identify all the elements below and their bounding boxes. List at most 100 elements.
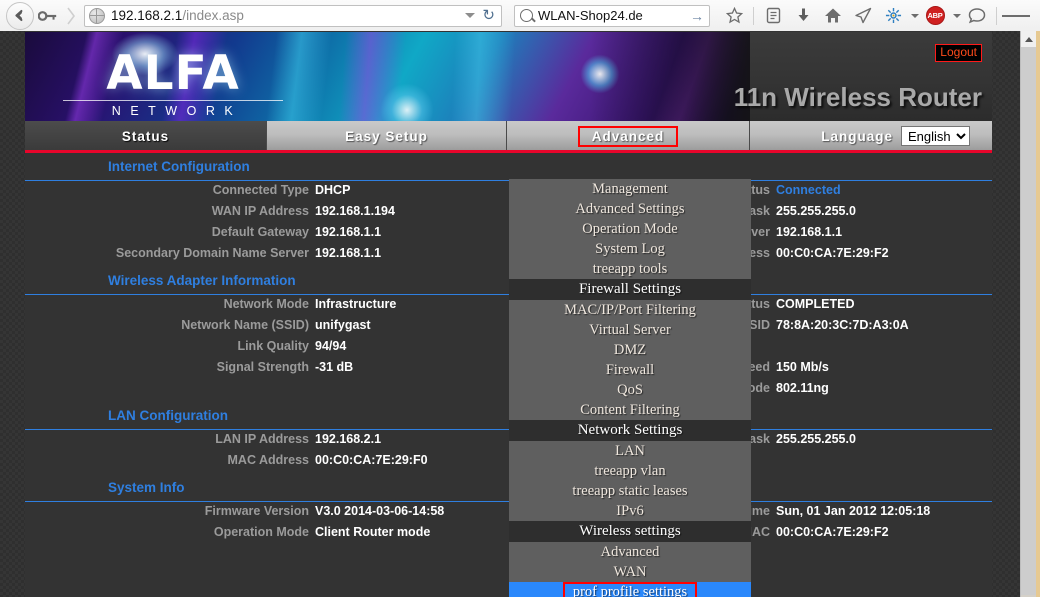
value-wireless-mac: 00:C0:CA:7E:29:F2 [776, 525, 889, 539]
scroll-up-button[interactable] [1021, 31, 1036, 48]
forward-chevron-icon[interactable] [60, 3, 82, 29]
chat-bubble-icon[interactable] [963, 2, 991, 30]
address-bar-text: 192.168.2.1/index.asp [111, 8, 465, 23]
reader-list-icon[interactable] [759, 2, 787, 30]
value-wps-status: COMPLETED [776, 297, 855, 311]
toolbar-divider [996, 6, 997, 25]
menu-item-mac-ip-port-filtering[interactable]: MAC/IP/Port Filtering [509, 300, 751, 320]
menu-item-advanced[interactable]: Advanced [509, 542, 751, 562]
menu-item-ipv6[interactable]: IPv6 [509, 501, 751, 521]
menu-item-lan[interactable]: LAN [509, 441, 751, 461]
router-title: 11n Wireless Router [733, 82, 982, 112]
label-firmware-version: Firmware Version [204, 504, 309, 518]
value-subnet-mask-wan: 255.255.255.0 [776, 204, 856, 218]
label-mac-address: MAC Address [227, 453, 310, 467]
chevron-up-icon [1024, 36, 1033, 42]
value-operation-mode: Client Router mode [315, 525, 431, 539]
lastpass-icon[interactable] [879, 2, 907, 30]
status-left-column: Internet Configuration Connected Type DH… [25, 153, 508, 546]
label-default-gateway: Default Gateway [211, 225, 309, 239]
value-primary-dns: 192.168.1.1 [776, 225, 843, 239]
search-icon [520, 9, 533, 22]
menu-item-wan[interactable]: WAN [509, 562, 751, 582]
logout-button[interactable]: Logout [935, 44, 982, 62]
back-button[interactable] [6, 1, 34, 30]
chevron-down-icon[interactable] [465, 13, 476, 18]
value-connected-status: Connected [776, 183, 841, 197]
menu-item-advanced-settings[interactable]: Advanced Settings [509, 199, 751, 219]
navigation-buttons [0, 1, 82, 30]
address-bar-actions: ↻ [465, 8, 497, 23]
row-lan-ip-address: LAN IP Address 192.168.2.1 [25, 432, 508, 453]
menu-item-firewall[interactable]: Firewall [509, 360, 751, 380]
value-connected-type: DHCP [315, 183, 351, 197]
value-network-mode: Infrastructure [315, 297, 397, 311]
value-mac-address: 00:C0:CA:7E:29:F0 [315, 453, 428, 467]
advanced-dropdown-menu: Management Advanced Settings Operation Mod… [509, 179, 751, 597]
menu-item-management[interactable]: Management [509, 179, 751, 199]
row-operation-mode: Operation Mode Client Router mode [25, 525, 508, 546]
menu-item-content-filtering[interactable]: Content Filtering [509, 400, 751, 420]
value-wan-mac-address: 00:C0:CA:7E:29:F2 [776, 246, 889, 260]
adblock-plus-icon[interactable]: ABP [921, 2, 949, 30]
search-box[interactable]: WLAN-Shop24.de → [514, 4, 710, 27]
search-input-value[interactable]: WLAN-Shop24.de [538, 8, 690, 23]
value-firmware-version: V3.0 2014-03-06-14:58 [315, 504, 445, 518]
section-system-info: System Info [25, 474, 508, 502]
send-paper-plane-icon[interactable] [849, 2, 877, 30]
value-lan-ip-address: 192.168.2.1 [315, 432, 382, 446]
page-banner: ALFA NETWORK 11n Wireless Router Tube2H … [25, 32, 992, 121]
menu-item-virtual-server[interactable]: Virtual Server [509, 320, 751, 340]
menu-item-prof-profile-settings[interactable]: prof profile settings [509, 582, 751, 597]
url-path: /index.asp [182, 8, 244, 23]
value-signal-strength: -31 dB [315, 360, 354, 374]
row-network-name-ssid: Network Name (SSID) unifygast [25, 318, 508, 339]
hamburger-menu-icon[interactable] [1002, 2, 1030, 30]
browser-toolbar: 192.168.2.1/index.asp ↻ WLAN-Shop24.de → [0, 0, 1040, 32]
banner-artwork [25, 32, 750, 121]
url-host: 192.168.2.1 [111, 8, 183, 23]
label-operation-mode: Operation Mode [213, 525, 309, 539]
page-scrollbar[interactable] [1020, 31, 1036, 597]
menu-item-system-log[interactable]: System Log [509, 239, 751, 259]
chevron-down-icon[interactable] [953, 13, 961, 18]
menu-item-wireless-settings: Wireless settings [509, 521, 751, 542]
bookmark-star-icon[interactable] [720, 2, 748, 30]
tab-easy-setup-label: Easy Setup [345, 128, 428, 144]
row-link-quality: Link Quality 94/94 [25, 339, 508, 360]
address-bar[interactable]: 192.168.2.1/index.asp ↻ [84, 4, 502, 27]
menu-item-qos[interactable]: QoS [509, 380, 751, 400]
menu-item-treeapp-static-leases[interactable]: treeapp static leases [509, 481, 751, 501]
value-link-quality: 94/94 [315, 339, 347, 353]
value-bssid: 78:8A:20:3C:7D:A3:0A [776, 318, 909, 332]
label-network-name-ssid: Network Name (SSID) [181, 318, 309, 332]
language-selector-area: Language English [750, 121, 992, 151]
label-secondary-dns: Secondary Domain Name Server [115, 246, 309, 260]
scrollbar-thumb[interactable] [1021, 47, 1036, 595]
key-icon[interactable] [36, 3, 60, 29]
tab-status[interactable]: Status [25, 121, 267, 151]
label-network-mode: Network Mode [223, 297, 309, 311]
download-arrow-icon[interactable] [789, 2, 817, 30]
section-internet-configuration-right [508, 153, 992, 181]
value-wireless-mode: 802.11ng [776, 381, 829, 395]
tab-easy-setup[interactable]: Easy Setup [267, 121, 507, 151]
chevron-down-icon[interactable] [911, 13, 919, 18]
language-select[interactable]: English [901, 126, 970, 146]
menu-item-treeapp-tools[interactable]: treeapp tools [509, 259, 751, 279]
toolbar-icons: ABP [720, 2, 1030, 30]
row-network-mode: Network Mode Infrastructure [25, 297, 508, 318]
row-connected-type: Connected Type DHCP [25, 183, 508, 204]
label-signal-strength: Signal Strength [216, 360, 309, 374]
row-mac-address: MAC Address 00:C0:CA:7E:29:F0 [25, 453, 508, 474]
home-icon[interactable] [819, 2, 847, 30]
go-arrow-icon[interactable]: → [690, 8, 704, 24]
menu-item-treeapp-vlan[interactable]: treeapp vlan [509, 461, 751, 481]
page-viewport: ALFA NETWORK 11n Wireless Router Tube2H … [0, 31, 1040, 597]
menu-item-dmz[interactable]: DMZ [509, 340, 751, 360]
tab-advanced[interactable]: Advanced [507, 121, 750, 151]
menu-item-network-settings: Network Settings [509, 420, 751, 441]
reload-icon[interactable]: ↻ [482, 8, 495, 23]
language-label: Language [821, 128, 893, 144]
menu-item-operation-mode[interactable]: Operation Mode [509, 219, 751, 239]
